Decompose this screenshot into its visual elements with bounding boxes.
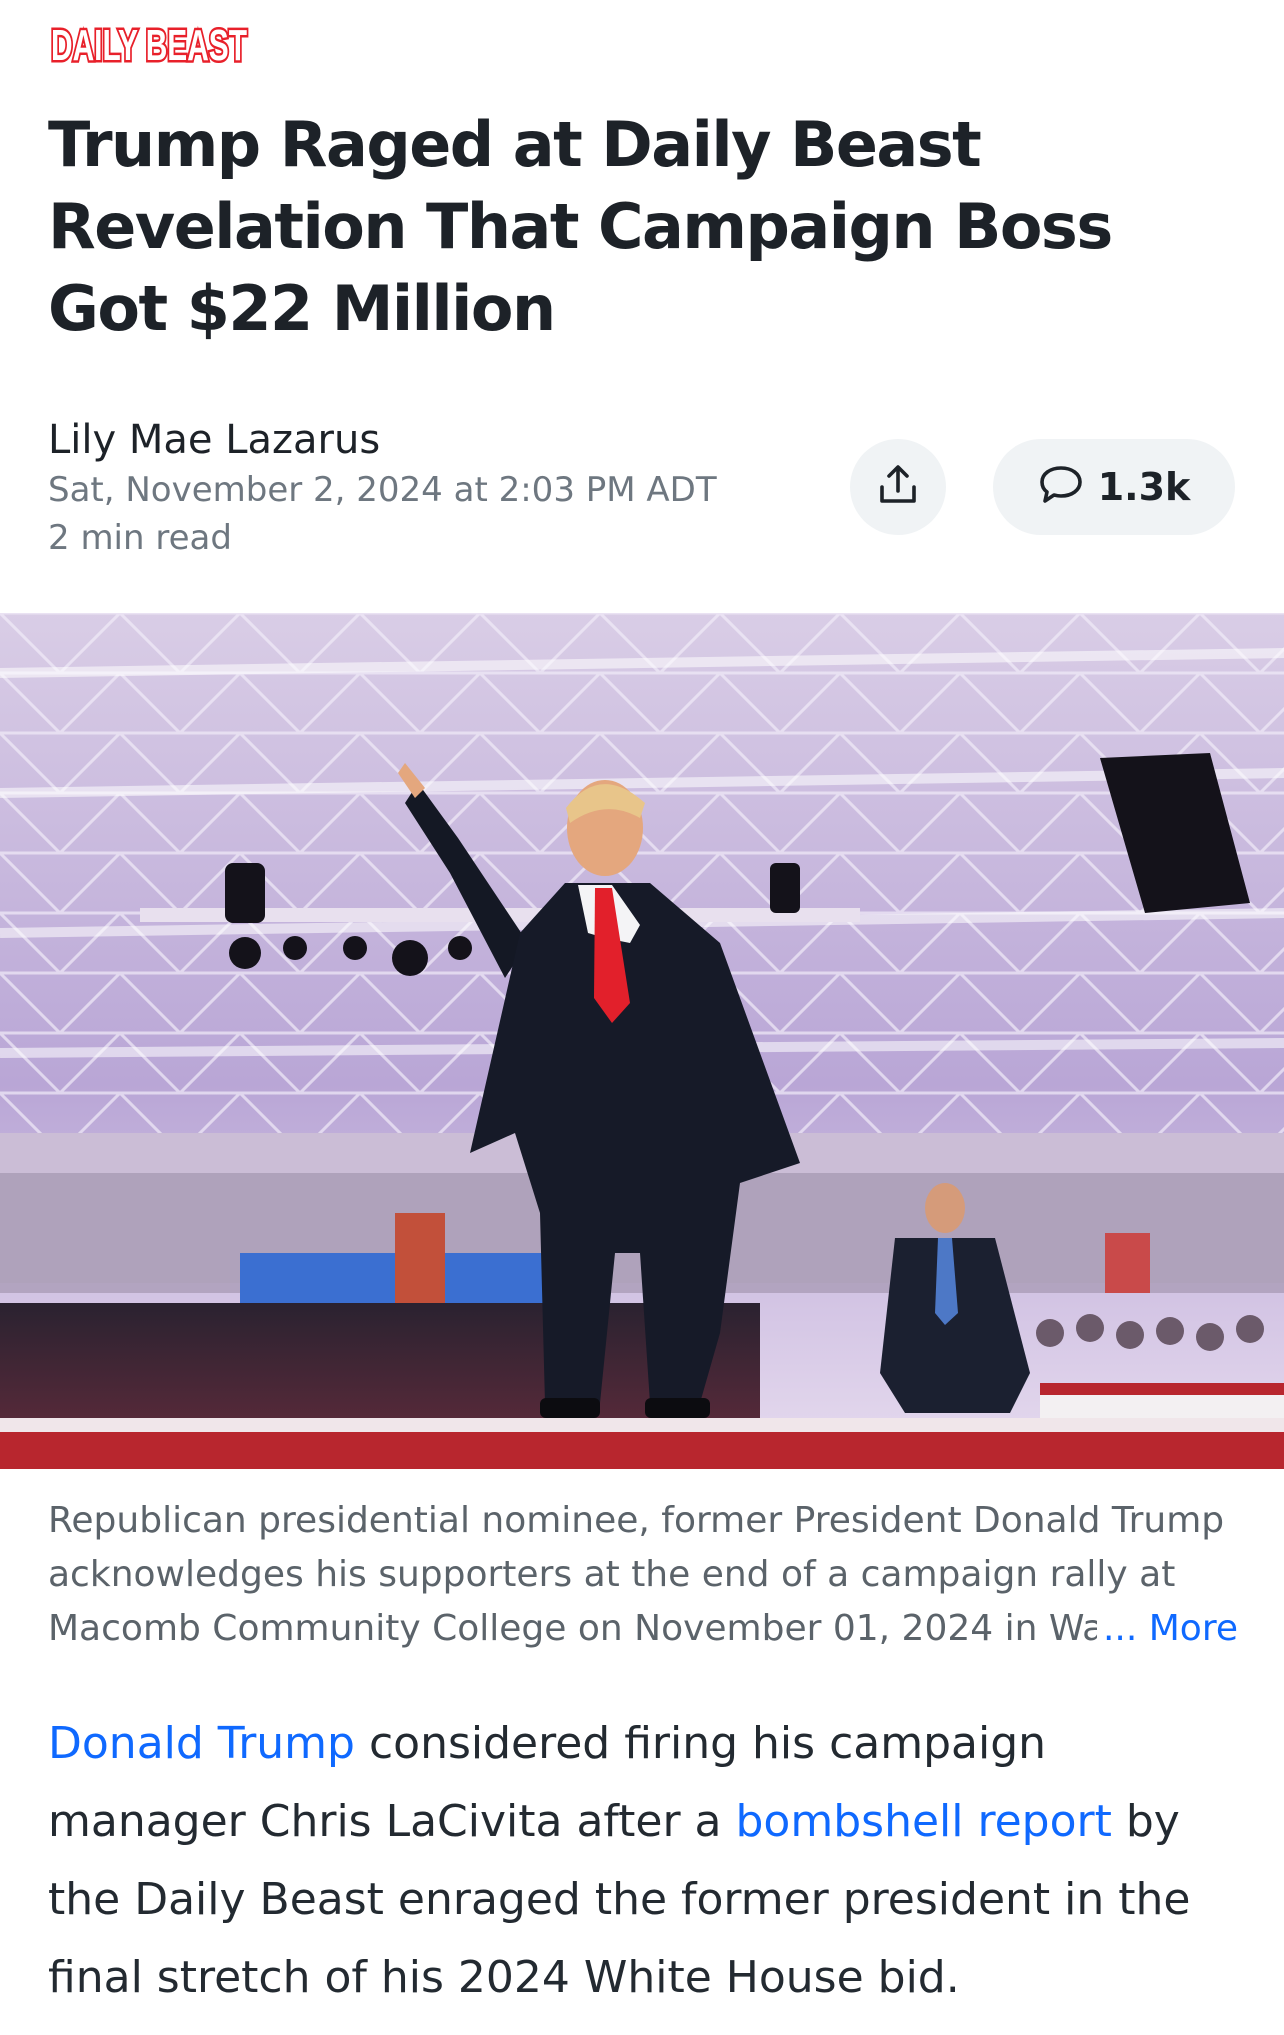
- comment-bubble-icon: [1038, 464, 1084, 511]
- caption-line: acknowledges his supporters at the end o…: [48, 1554, 1176, 1595]
- daily-beast-logo[interactable]: DAILY BEAST: [48, 20, 250, 68]
- caption-last-line: Macomb Community College on November 01,…: [48, 1602, 1238, 1656]
- caption-more-link[interactable]: ... More: [1096, 1602, 1238, 1656]
- donald-trump-link[interactable]: Donald Trump: [48, 1718, 355, 1769]
- share-button[interactable]: [850, 439, 946, 535]
- article-title: Trump Raged at Daily Beast Revelation Th…: [48, 108, 1113, 345]
- caption-line: Republican presidential nominee, former …: [48, 1500, 1225, 1541]
- read-time: 2 min read: [48, 518, 232, 558]
- comments-button[interactable]: 1.3k: [993, 439, 1235, 535]
- byline: Lily Mae Lazarus Sat, November 2, 2024 a…: [48, 414, 808, 562]
- article-paragraph: Donald Trump considered firing his campa…: [48, 1705, 1248, 2017]
- logo-text: DAILY BEAST: [51, 21, 247, 68]
- caption-line: Macomb Community College on November 01,…: [48, 1608, 1134, 1649]
- bombshell-report-link[interactable]: bombshell report: [736, 1796, 1112, 1847]
- comment-count: 1.3k: [1097, 465, 1191, 509]
- publish-date: Sat, November 2, 2024 at 2:03 PM ADT: [48, 470, 717, 510]
- author-name[interactable]: Lily Mae Lazarus: [48, 414, 808, 466]
- image-caption: Republican presidential nominee, former …: [48, 1494, 1238, 1656]
- share-icon: [876, 463, 920, 512]
- hero-image[interactable]: [0, 613, 1284, 1469]
